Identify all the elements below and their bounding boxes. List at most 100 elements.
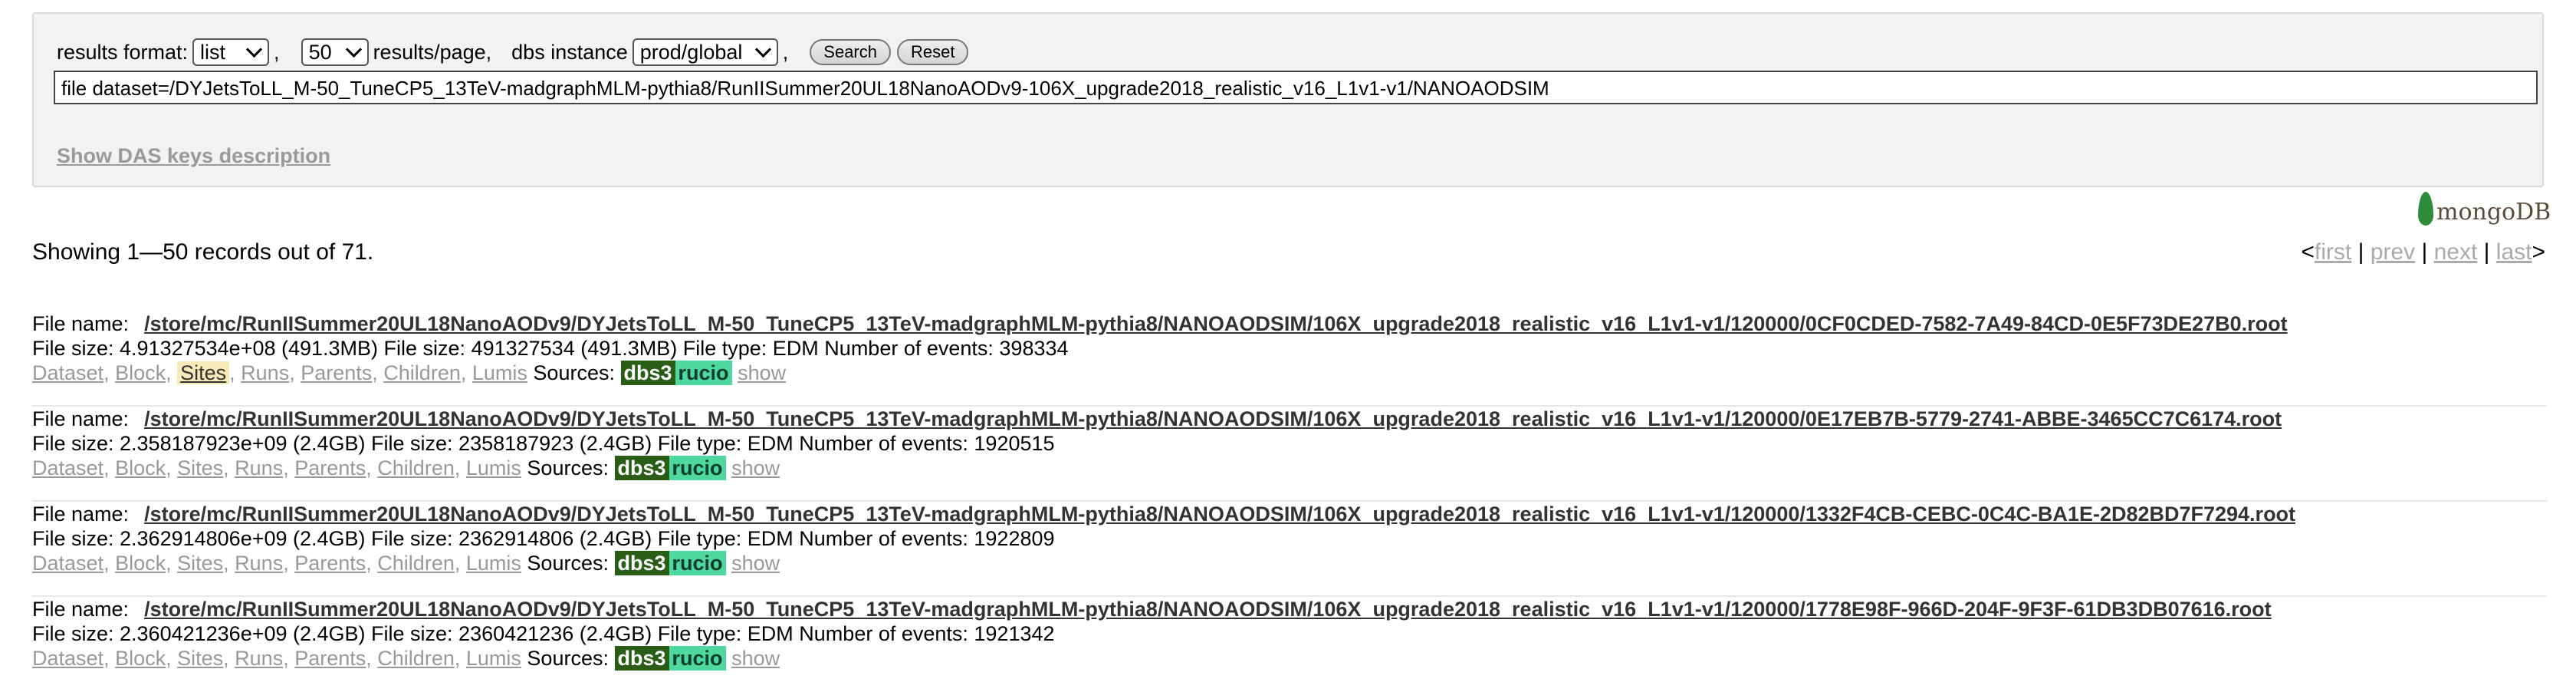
runs-link[interactable]: Runs (235, 456, 283, 479)
lumis-link[interactable]: Lumis (466, 456, 521, 479)
file-name-link[interactable]: /store/mc/RunIISummer20UL18NanoAODv9/DYJ… (144, 598, 2272, 621)
record-filename-row: File name: /store/mc/RunIISummer20UL18Nan… (32, 407, 2282, 431)
dbs3-source-badge: dbs3 (614, 646, 669, 671)
sites-link[interactable]: Sites (177, 647, 223, 670)
pager-separator: | (2421, 239, 2428, 265)
das-keys-description-link[interactable]: Show DAS keys description (57, 144, 330, 168)
show-link[interactable]: show (731, 647, 780, 670)
record-links-row: Dataset, Block, Sites, Runs, Parents, Ch… (32, 646, 780, 671)
parents-link[interactable]: Parents (294, 647, 366, 670)
rucio-source-badge: rucio (669, 646, 726, 671)
lumis-link[interactable]: Lumis (466, 552, 521, 575)
children-link[interactable]: Children (383, 361, 461, 384)
record-item: File name: /store/mc/RunIISummer20UL18Nan… (32, 502, 2547, 597)
block-link[interactable]: Block (115, 647, 166, 670)
results-per-page-select[interactable]: 50 (301, 38, 369, 66)
sites-link[interactable]: Sites (177, 456, 223, 479)
pager-last-link[interactable]: last (2496, 239, 2532, 265)
rucio-source-badge: rucio (669, 551, 726, 575)
file-name-label: File name: (32, 598, 130, 621)
dataset-link[interactable]: Dataset (32, 361, 104, 384)
sources-label: Sources: (527, 647, 609, 670)
record-item: File name: /store/mc/RunIISummer20UL18Nan… (32, 597, 2547, 692)
dbs-instance-value: prod/global (639, 40, 743, 64)
dbs-instance-label: dbs instance (511, 40, 628, 64)
sources-label: Sources: (527, 456, 609, 479)
search-panel: results format: list , 50 results/page, … (32, 12, 2544, 187)
chevron-down-icon (754, 41, 771, 58)
file-name-label: File name: (32, 407, 130, 430)
file-name-label: File name: (32, 503, 130, 526)
record-links-row: Dataset, Block, Sites, Runs, Parents, Ch… (32, 551, 780, 575)
results-count: Showing 1—50 records out of 71. (32, 239, 374, 265)
pager-prev-link[interactable]: prev (2371, 239, 2415, 265)
results-per-page-value: 50 (308, 40, 332, 64)
results-format-value: list (200, 40, 226, 64)
parents-link[interactable]: Parents (294, 552, 366, 575)
show-link[interactable]: show (738, 361, 786, 384)
reset-button[interactable]: Reset (897, 39, 969, 65)
lumis-link[interactable]: Lumis (472, 361, 527, 384)
comma-separator: , (274, 40, 280, 64)
rucio-source-badge: rucio (675, 361, 732, 385)
children-link[interactable]: Children (377, 552, 455, 575)
mongodb-logo-text: mongoDB (2436, 199, 2551, 226)
dataset-link[interactable]: Dataset (32, 456, 104, 479)
record-filename-row: File name: /store/mc/RunIISummer20UL18Nan… (32, 597, 2272, 621)
block-link[interactable]: Block (115, 552, 166, 575)
pagination: <first | prev | next | last> (2301, 239, 2545, 265)
lumis-link[interactable]: Lumis (466, 647, 521, 670)
record-item: File name: /store/mc/RunIISummer20UL18Nan… (32, 407, 2547, 502)
record-item: File name: /store/mc/RunIISummer20UL18Nan… (32, 311, 2547, 407)
pager-next-link[interactable]: next (2434, 239, 2478, 265)
mongodb-leaf-icon (2418, 192, 2433, 226)
record-details: File size: 4.91327534e+08 (491.3MB) File… (32, 337, 1069, 360)
record-details: File size: 2.358187923e+09 (2.4GB) File … (32, 432, 1055, 455)
pager-separator: | (2358, 239, 2364, 265)
dbs3-source-badge: dbs3 (614, 456, 669, 480)
comma-separator: , (782, 40, 789, 64)
block-link[interactable]: Block (115, 456, 166, 479)
file-name-link[interactable]: /store/mc/RunIISummer20UL18NanoAODv9/DYJ… (144, 407, 2282, 430)
mongodb-logo: mongoDB (2418, 192, 2551, 226)
file-name-link[interactable]: /store/mc/RunIISummer20UL18NanoAODv9/DYJ… (144, 503, 2295, 526)
block-link[interactable]: Block (115, 361, 166, 384)
show-link[interactable]: show (731, 456, 780, 479)
dbs-instance-select[interactable]: prod/global (632, 38, 778, 66)
query-input[interactable]: file dataset=/DYJetsToLL_M-50_TuneCP5_13… (54, 71, 2538, 104)
search-button[interactable]: Search (810, 39, 891, 65)
sources-label: Sources: (527, 552, 609, 575)
chevron-down-icon (245, 41, 263, 58)
results-format-label: results format: (57, 40, 189, 64)
sites-link[interactable]: Sites (177, 552, 223, 575)
file-name-link[interactable]: /store/mc/RunIISummer20UL18NanoAODv9/DYJ… (144, 312, 2288, 335)
record-links-row: Dataset, Block, Sites, Runs, Parents, Ch… (32, 361, 787, 385)
runs-link[interactable]: Runs (235, 552, 283, 575)
record-details: File size: 2.362914806e+09 (2.4GB) File … (32, 527, 1055, 550)
parents-link[interactable]: Parents (294, 456, 366, 479)
pager-close-bracket: > (2532, 239, 2545, 265)
records-list: File name: /store/mc/RunIISummer20UL18Nan… (32, 311, 2547, 692)
file-name-label: File name: (32, 312, 130, 335)
dataset-link[interactable]: Dataset (32, 647, 104, 670)
record-details: File size: 2.360421236e+09 (2.4GB) File … (32, 622, 1055, 645)
runs-link[interactable]: Runs (241, 361, 289, 384)
dbs3-source-badge: dbs3 (620, 361, 675, 385)
children-link[interactable]: Children (377, 456, 455, 479)
chevron-down-icon (345, 41, 362, 58)
runs-link[interactable]: Runs (235, 647, 283, 670)
sites-link[interactable]: Sites (177, 361, 230, 384)
pager-separator: | (2483, 239, 2490, 265)
sources-label: Sources: (533, 361, 615, 384)
show-link[interactable]: show (731, 552, 780, 575)
record-filename-row: File name: /store/mc/RunIISummer20UL18Nan… (32, 311, 2288, 336)
children-link[interactable]: Children (377, 647, 455, 670)
rucio-source-badge: rucio (669, 456, 726, 480)
results-format-select[interactable]: list (192, 38, 270, 66)
pager-first-link[interactable]: first (2315, 239, 2351, 265)
results-per-page-label: results/page, (373, 40, 492, 64)
search-options-row: results format: list , 50 results/page, … (57, 38, 974, 66)
record-links-row: Dataset, Block, Sites, Runs, Parents, Ch… (32, 456, 780, 480)
dataset-link[interactable]: Dataset (32, 552, 104, 575)
parents-link[interactable]: Parents (301, 361, 372, 384)
